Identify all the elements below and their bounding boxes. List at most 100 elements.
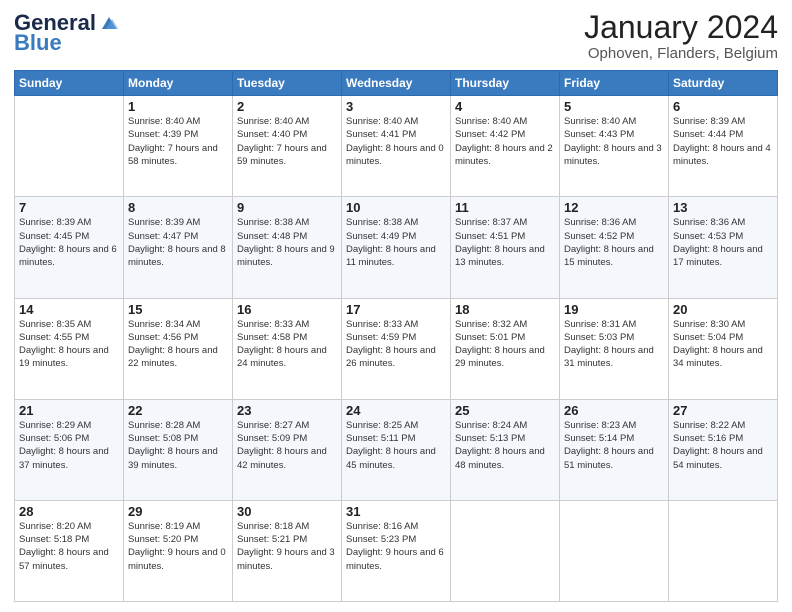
day-number: 11	[455, 200, 555, 215]
day-info: Sunrise: 8:40 AMSunset: 4:41 PMDaylight:…	[346, 115, 446, 168]
day-number: 30	[237, 504, 337, 519]
day-number: 25	[455, 403, 555, 418]
day-cell: 2Sunrise: 8:40 AMSunset: 4:40 PMDaylight…	[233, 96, 342, 197]
day-number: 7	[19, 200, 119, 215]
day-info: Sunrise: 8:39 AMSunset: 4:45 PMDaylight:…	[19, 216, 119, 269]
day-number: 22	[128, 403, 228, 418]
day-info: Sunrise: 8:29 AMSunset: 5:06 PMDaylight:…	[19, 419, 119, 472]
day-number: 1	[128, 99, 228, 114]
day-cell: 19Sunrise: 8:31 AMSunset: 5:03 PMDayligh…	[560, 298, 669, 399]
day-number: 28	[19, 504, 119, 519]
day-number: 29	[128, 504, 228, 519]
col-friday: Friday	[560, 71, 669, 96]
day-cell: 30Sunrise: 8:18 AMSunset: 5:21 PMDayligh…	[233, 500, 342, 601]
col-wednesday: Wednesday	[342, 71, 451, 96]
day-cell	[560, 500, 669, 601]
col-sunday: Sunday	[15, 71, 124, 96]
week-row-3: 21Sunrise: 8:29 AMSunset: 5:06 PMDayligh…	[15, 399, 778, 500]
day-cell: 28Sunrise: 8:20 AMSunset: 5:18 PMDayligh…	[15, 500, 124, 601]
day-cell: 9Sunrise: 8:38 AMSunset: 4:48 PMDaylight…	[233, 197, 342, 298]
title-block: January 2024 Ophoven, Flanders, Belgium	[584, 10, 778, 62]
day-number: 15	[128, 302, 228, 317]
day-cell: 5Sunrise: 8:40 AMSunset: 4:43 PMDaylight…	[560, 96, 669, 197]
day-number: 24	[346, 403, 446, 418]
day-info: Sunrise: 8:40 AMSunset: 4:42 PMDaylight:…	[455, 115, 555, 168]
day-cell	[15, 96, 124, 197]
day-cell	[669, 500, 778, 601]
day-info: Sunrise: 8:36 AMSunset: 4:53 PMDaylight:…	[673, 216, 773, 269]
day-number: 9	[237, 200, 337, 215]
week-row-1: 7Sunrise: 8:39 AMSunset: 4:45 PMDaylight…	[15, 197, 778, 298]
calendar-page: General Blue January 2024 Ophoven, Fland…	[0, 0, 792, 612]
day-cell: 31Sunrise: 8:16 AMSunset: 5:23 PMDayligh…	[342, 500, 451, 601]
day-number: 3	[346, 99, 446, 114]
month-title: January 2024	[584, 10, 778, 45]
col-saturday: Saturday	[669, 71, 778, 96]
day-cell: 1Sunrise: 8:40 AMSunset: 4:39 PMDaylight…	[124, 96, 233, 197]
day-cell: 17Sunrise: 8:33 AMSunset: 4:59 PMDayligh…	[342, 298, 451, 399]
header-row: Sunday Monday Tuesday Wednesday Thursday…	[15, 71, 778, 96]
day-number: 21	[19, 403, 119, 418]
day-info: Sunrise: 8:28 AMSunset: 5:08 PMDaylight:…	[128, 419, 228, 472]
day-info: Sunrise: 8:40 AMSunset: 4:40 PMDaylight:…	[237, 115, 337, 168]
day-number: 5	[564, 99, 664, 114]
logo-blue: Blue	[14, 30, 62, 56]
week-row-2: 14Sunrise: 8:35 AMSunset: 4:55 PMDayligh…	[15, 298, 778, 399]
day-number: 23	[237, 403, 337, 418]
day-number: 26	[564, 403, 664, 418]
day-number: 27	[673, 403, 773, 418]
week-row-4: 28Sunrise: 8:20 AMSunset: 5:18 PMDayligh…	[15, 500, 778, 601]
day-cell: 27Sunrise: 8:22 AMSunset: 5:16 PMDayligh…	[669, 399, 778, 500]
day-info: Sunrise: 8:31 AMSunset: 5:03 PMDaylight:…	[564, 318, 664, 371]
day-info: Sunrise: 8:38 AMSunset: 4:48 PMDaylight:…	[237, 216, 337, 269]
day-number: 10	[346, 200, 446, 215]
day-info: Sunrise: 8:18 AMSunset: 5:21 PMDaylight:…	[237, 520, 337, 573]
day-info: Sunrise: 8:27 AMSunset: 5:09 PMDaylight:…	[237, 419, 337, 472]
day-cell: 14Sunrise: 8:35 AMSunset: 4:55 PMDayligh…	[15, 298, 124, 399]
day-cell	[451, 500, 560, 601]
day-info: Sunrise: 8:38 AMSunset: 4:49 PMDaylight:…	[346, 216, 446, 269]
day-number: 13	[673, 200, 773, 215]
day-cell: 20Sunrise: 8:30 AMSunset: 5:04 PMDayligh…	[669, 298, 778, 399]
day-cell: 12Sunrise: 8:36 AMSunset: 4:52 PMDayligh…	[560, 197, 669, 298]
day-info: Sunrise: 8:39 AMSunset: 4:44 PMDaylight:…	[673, 115, 773, 168]
day-number: 2	[237, 99, 337, 114]
day-info: Sunrise: 8:20 AMSunset: 5:18 PMDaylight:…	[19, 520, 119, 573]
col-thursday: Thursday	[451, 71, 560, 96]
day-number: 6	[673, 99, 773, 114]
logo-icon	[98, 15, 120, 31]
day-cell: 21Sunrise: 8:29 AMSunset: 5:06 PMDayligh…	[15, 399, 124, 500]
day-number: 31	[346, 504, 446, 519]
header: General Blue January 2024 Ophoven, Fland…	[14, 10, 778, 62]
day-cell: 8Sunrise: 8:39 AMSunset: 4:47 PMDaylight…	[124, 197, 233, 298]
day-info: Sunrise: 8:34 AMSunset: 4:56 PMDaylight:…	[128, 318, 228, 371]
day-info: Sunrise: 8:19 AMSunset: 5:20 PMDaylight:…	[128, 520, 228, 573]
week-row-0: 1Sunrise: 8:40 AMSunset: 4:39 PMDaylight…	[15, 96, 778, 197]
day-info: Sunrise: 8:32 AMSunset: 5:01 PMDaylight:…	[455, 318, 555, 371]
day-cell: 6Sunrise: 8:39 AMSunset: 4:44 PMDaylight…	[669, 96, 778, 197]
day-cell: 18Sunrise: 8:32 AMSunset: 5:01 PMDayligh…	[451, 298, 560, 399]
day-info: Sunrise: 8:23 AMSunset: 5:14 PMDaylight:…	[564, 419, 664, 472]
day-info: Sunrise: 8:25 AMSunset: 5:11 PMDaylight:…	[346, 419, 446, 472]
day-info: Sunrise: 8:40 AMSunset: 4:43 PMDaylight:…	[564, 115, 664, 168]
day-info: Sunrise: 8:36 AMSunset: 4:52 PMDaylight:…	[564, 216, 664, 269]
day-info: Sunrise: 8:33 AMSunset: 4:58 PMDaylight:…	[237, 318, 337, 371]
day-cell: 22Sunrise: 8:28 AMSunset: 5:08 PMDayligh…	[124, 399, 233, 500]
location: Ophoven, Flanders, Belgium	[584, 45, 778, 62]
col-tuesday: Tuesday	[233, 71, 342, 96]
day-info: Sunrise: 8:33 AMSunset: 4:59 PMDaylight:…	[346, 318, 446, 371]
day-number: 17	[346, 302, 446, 317]
day-cell: 23Sunrise: 8:27 AMSunset: 5:09 PMDayligh…	[233, 399, 342, 500]
day-number: 20	[673, 302, 773, 317]
day-cell: 26Sunrise: 8:23 AMSunset: 5:14 PMDayligh…	[560, 399, 669, 500]
day-cell: 10Sunrise: 8:38 AMSunset: 4:49 PMDayligh…	[342, 197, 451, 298]
day-info: Sunrise: 8:24 AMSunset: 5:13 PMDaylight:…	[455, 419, 555, 472]
day-cell: 7Sunrise: 8:39 AMSunset: 4:45 PMDaylight…	[15, 197, 124, 298]
day-info: Sunrise: 8:35 AMSunset: 4:55 PMDaylight:…	[19, 318, 119, 371]
day-number: 12	[564, 200, 664, 215]
day-info: Sunrise: 8:22 AMSunset: 5:16 PMDaylight:…	[673, 419, 773, 472]
day-number: 8	[128, 200, 228, 215]
logo: General Blue	[14, 10, 122, 56]
day-number: 19	[564, 302, 664, 317]
day-cell: 24Sunrise: 8:25 AMSunset: 5:11 PMDayligh…	[342, 399, 451, 500]
